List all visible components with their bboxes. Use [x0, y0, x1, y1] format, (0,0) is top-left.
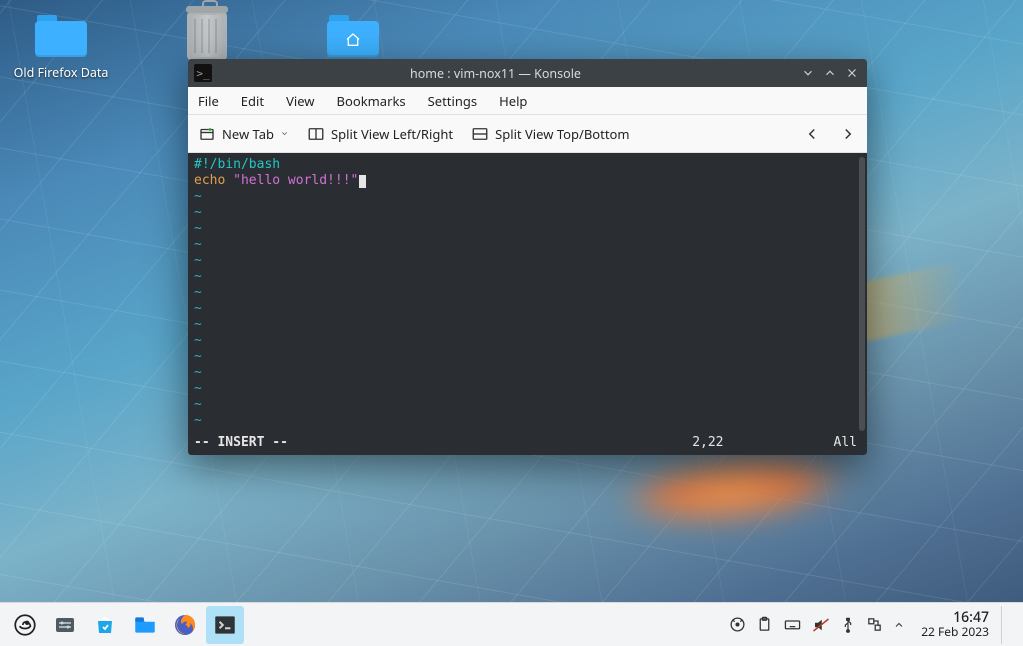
app-launcher-button[interactable]	[6, 606, 44, 644]
bag-icon	[93, 613, 117, 637]
terminal-area[interactable]: #!/bin/bash echo "hello world!!!" ~~~~~~…	[188, 153, 867, 455]
terminal-icon	[212, 612, 238, 638]
konsole-taskbar-button[interactable]	[206, 606, 244, 644]
terminal-icon: >_	[194, 64, 212, 82]
volume-muted-icon[interactable]	[812, 616, 830, 634]
media-icon[interactable]	[729, 616, 746, 633]
vim-empty-line: ~	[194, 413, 861, 429]
window-titlebar[interactable]: >_ home : vim-nox11 — Konsole	[188, 59, 867, 87]
terminal-line: #!/bin/bash	[194, 157, 280, 172]
menu-view[interactable]: View	[286, 92, 314, 110]
taskbar-clock[interactable]: 16:47 22 Feb 2023	[913, 611, 997, 639]
desktop-icon-label: Old Firefox Data	[14, 64, 109, 81]
terminal-scrollbar[interactable]	[859, 157, 865, 431]
split-top-bottom-button[interactable]: Split View Top/Bottom	[471, 125, 629, 143]
toolbar-forward-button[interactable]	[839, 125, 857, 143]
menu-settings[interactable]: Settings	[428, 92, 477, 110]
system-tray	[723, 616, 911, 634]
new-tab-button[interactable]: New Tab	[198, 125, 289, 143]
menu-file[interactable]: File	[198, 92, 219, 110]
vim-empty-line: ~	[194, 349, 861, 365]
system-settings-button[interactable]	[46, 606, 84, 644]
vim-extent: All	[834, 435, 857, 451]
new-tab-icon	[198, 125, 216, 143]
vim-cursor-position: 2,22	[692, 435, 833, 451]
vim-empty-line: ~	[194, 253, 861, 269]
vim-empty-line: ~	[194, 221, 861, 237]
vim-empty-line: ~	[194, 365, 861, 381]
konsole-window: >_ home : vim-nox11 — Konsole File Edit …	[188, 59, 867, 455]
chevron-down-icon[interactable]	[280, 129, 289, 138]
vim-statusline: -- INSERT -- 2,22 All	[194, 435, 857, 451]
vim-empty-line: ~	[194, 301, 861, 317]
firefox-icon	[173, 613, 197, 637]
vim-empty-line: ~	[194, 285, 861, 301]
split-left-right-button[interactable]: Split View Left/Right	[307, 125, 453, 143]
clock-date: 22 Feb 2023	[921, 625, 989, 639]
vim-empty-line: ~	[194, 381, 861, 397]
vim-empty-line: ~	[194, 397, 861, 413]
network-icon[interactable]	[866, 616, 883, 633]
desktop-icon-old-firefox-data[interactable]: Old Firefox Data	[16, 12, 106, 81]
menu-edit[interactable]: Edit	[241, 92, 264, 110]
firefox-button[interactable]	[166, 606, 204, 644]
menu-help[interactable]: Help	[499, 92, 527, 110]
usb-icon[interactable]	[840, 616, 856, 634]
clipboard-icon[interactable]	[756, 616, 773, 633]
files-icon	[132, 612, 158, 638]
taskbar: 16:47 22 Feb 2023	[0, 602, 1023, 646]
dolphin-button[interactable]	[126, 606, 164, 644]
close-button[interactable]	[845, 66, 859, 80]
vim-empty-line: ~	[194, 317, 861, 333]
minimize-button[interactable]	[801, 66, 815, 80]
keyboard-icon[interactable]	[783, 616, 802, 633]
menubar: File Edit View Bookmarks Settings Help	[188, 87, 867, 115]
sliders-icon	[53, 613, 77, 637]
vim-empty-line: ~	[194, 205, 861, 221]
split-tb-icon	[471, 125, 489, 143]
toolbar: New Tab Split View Left/Right Split View…	[188, 115, 867, 153]
menu-bookmarks[interactable]: Bookmarks	[337, 92, 406, 110]
window-title: home : vim-nox11 — Konsole	[218, 65, 793, 82]
vim-empty-line: ~	[194, 269, 861, 285]
maximize-button[interactable]	[823, 66, 837, 80]
toolbar-back-button[interactable]	[803, 125, 821, 143]
opensuse-icon	[12, 612, 38, 638]
chevron-up-icon[interactable]	[893, 619, 905, 631]
vim-mode: -- INSERT --	[194, 435, 288, 451]
vim-empty-line: ~	[194, 333, 861, 349]
split-lr-icon	[307, 125, 325, 143]
vim-empty-line: ~	[194, 189, 861, 205]
vim-empty-line: ~	[194, 237, 861, 253]
show-desktop-button[interactable]	[1001, 606, 1017, 644]
discover-button[interactable]	[86, 606, 124, 644]
text-cursor	[359, 175, 366, 188]
